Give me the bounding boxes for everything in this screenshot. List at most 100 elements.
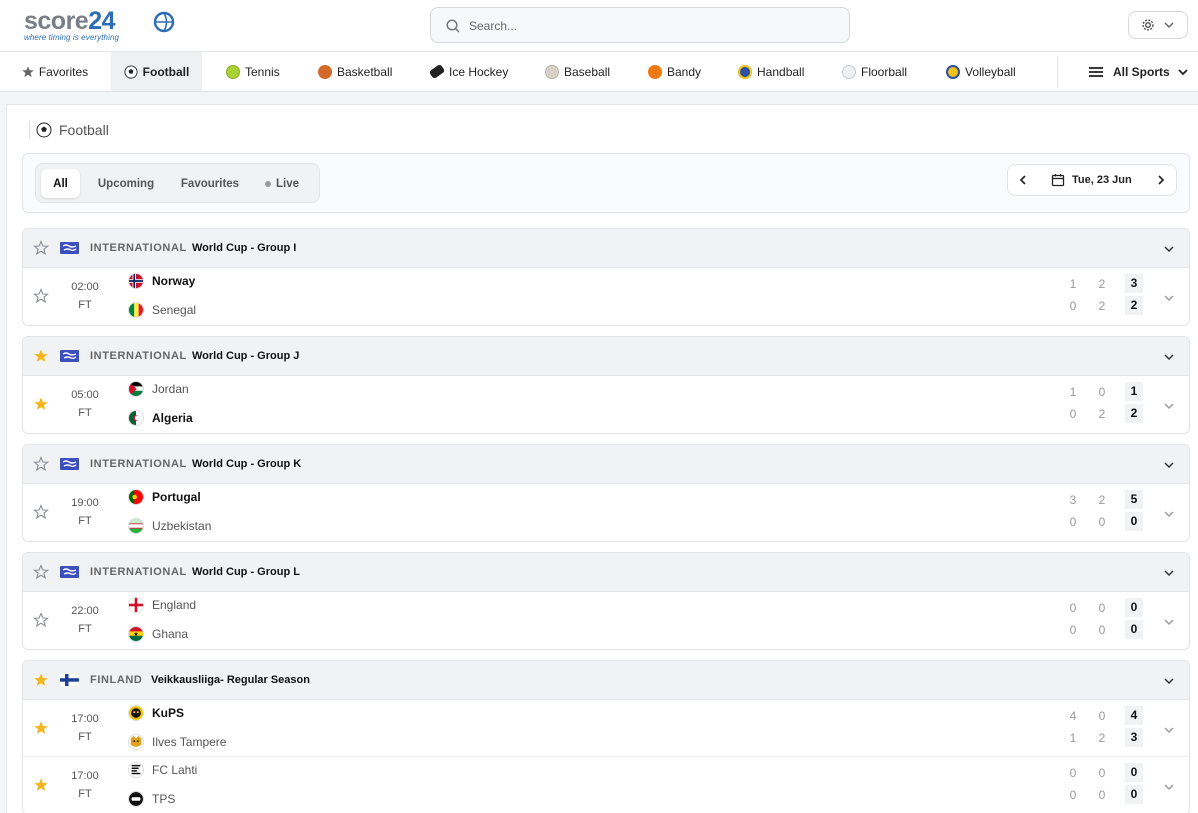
away-team: TPS: [128, 790, 175, 808]
nav-football[interactable]: Football: [111, 52, 202, 91]
home-score-final: 0: [1125, 598, 1143, 617]
chevron-right-icon[interactable]: [1154, 173, 1168, 187]
ghana-flag-icon: [128, 626, 144, 642]
tab-upcoming[interactable]: Upcoming: [88, 169, 164, 198]
league-header[interactable]: INTERNATIONAL World Cup - Group K: [23, 445, 1189, 484]
favorite-star-icon[interactable]: [33, 720, 49, 736]
nav-baseball[interactable]: Baseball: [545, 52, 610, 91]
settings-dropdown[interactable]: [1128, 11, 1188, 39]
chevron-down-icon[interactable]: [1163, 675, 1175, 687]
favorite-star-icon[interactable]: [33, 456, 49, 472]
match-row[interactable]: 17:00 FT FC Lahti TPS 0 0 0 0 0 0: [23, 757, 1189, 813]
world-flag-icon: [60, 566, 79, 578]
away-score-period2: 2: [1098, 299, 1106, 313]
nav-basketball[interactable]: Basketball: [318, 52, 392, 91]
league-header[interactable]: FINLAND Veikkausliiga- Regular Season: [23, 661, 1189, 700]
finland-flag-icon: [60, 674, 79, 686]
logo-tagline: where timing is everything: [24, 33, 120, 42]
world-flag-icon: [60, 350, 79, 362]
nav-handball[interactable]: Handball: [738, 52, 804, 91]
logo-mark-icon: [153, 11, 175, 33]
chevron-down-icon[interactable]: [1163, 400, 1175, 412]
tab-live[interactable]: Live: [258, 169, 306, 198]
nav-floorball[interactable]: Floorball: [842, 52, 907, 91]
league-name[interactable]: World Cup - Group L: [192, 566, 300, 578]
match-status: FT: [78, 623, 92, 635]
favorite-star-icon[interactable]: [33, 564, 49, 580]
favorite-star-icon[interactable]: [33, 240, 49, 256]
match-time: 17:00: [71, 713, 99, 725]
favorite-star-icon[interactable]: [33, 288, 49, 304]
league-header[interactable]: INTERNATIONAL World Cup - Group L: [23, 553, 1189, 592]
nav-volleyball[interactable]: Volleyball: [946, 52, 1016, 91]
score24-logo[interactable]: score24 where timing is everything: [24, 9, 175, 42]
favorite-star-icon[interactable]: [33, 612, 49, 628]
away-score-final: 2: [1125, 296, 1143, 315]
nav-tennis[interactable]: Tennis: [226, 52, 280, 91]
kups-crest-icon: [128, 705, 144, 721]
league-block: FINLAND Veikkausliiga- Regular Season 17…: [22, 660, 1190, 813]
favorite-star-icon[interactable]: [33, 348, 49, 364]
home-score-period1: 4: [1069, 709, 1077, 723]
away-score-period2: 0: [1098, 515, 1106, 529]
match-row[interactable]: 22:00 FT England Ghana 0 0 0 0 0 0: [23, 592, 1189, 649]
match-status: FT: [78, 788, 92, 800]
search-input[interactable]: [469, 16, 829, 36]
all-sports-button[interactable]: All Sports: [1088, 52, 1189, 91]
home-score-period2: 2: [1098, 493, 1106, 507]
favorite-star-icon[interactable]: [33, 672, 49, 688]
senegal-flag-icon: [128, 302, 144, 318]
search-box[interactable]: [430, 7, 850, 43]
tab-all[interactable]: All: [41, 169, 80, 198]
chevron-down-icon[interactable]: [1163, 243, 1175, 255]
date-label[interactable]: Tue, 23 Jun: [1072, 174, 1132, 186]
league-header[interactable]: INTERNATIONAL World Cup - Group J: [23, 337, 1189, 376]
tab-favourites[interactable]: Favourites: [172, 169, 248, 198]
norway-flag-icon: [128, 273, 144, 289]
chevron-down-icon[interactable]: [1163, 724, 1175, 736]
tps-crest-icon: [128, 791, 144, 807]
star-icon: [22, 65, 34, 77]
match-row[interactable]: 17:00 FT KuPS Ilves Tampere 4 0 4 1 2 3: [23, 700, 1189, 757]
chevron-down-icon[interactable]: [1163, 292, 1175, 304]
chevron-down-icon[interactable]: [1163, 567, 1175, 579]
league-name[interactable]: Veikkausliiga- Regular Season: [151, 674, 310, 686]
away-score-final: 0: [1125, 785, 1143, 804]
chevron-down-icon[interactable]: [1163, 508, 1175, 520]
chevron-left-icon[interactable]: [1016, 173, 1030, 187]
match-time: 05:00: [71, 389, 99, 401]
nav-favorites[interactable]: Favorites: [12, 52, 97, 91]
match-row[interactable]: 19:00 FT Portugal Uzbekistan 3 2 5 0 0 0: [23, 484, 1189, 541]
home-score-period2: 0: [1098, 601, 1106, 615]
favorite-star-icon[interactable]: [33, 504, 49, 520]
chevron-down-icon[interactable]: [1163, 459, 1175, 471]
home-team: Norway: [128, 272, 195, 290]
favorite-star-icon[interactable]: [33, 777, 49, 793]
league-header[interactable]: INTERNATIONAL World Cup - Group I: [23, 229, 1189, 268]
date-picker: Tue, 23 Jun: [1007, 164, 1177, 196]
favorite-star-icon[interactable]: [33, 396, 49, 412]
league-name[interactable]: World Cup - Group I: [192, 242, 296, 254]
nav-divider: [1057, 56, 1058, 88]
away-team: Ilves Tampere: [128, 733, 226, 751]
away-team: Algeria: [128, 409, 193, 427]
chevron-down-icon[interactable]: [1163, 781, 1175, 793]
match-row[interactable]: 05:00 FT Jordan Algeria 1 0 1 0 2 2: [23, 376, 1189, 433]
chevron-down-icon[interactable]: [1163, 351, 1175, 363]
bandy-ball-icon: [648, 64, 662, 79]
tennis-ball-icon: [226, 64, 240, 79]
chevron-down-icon[interactable]: [1163, 616, 1175, 628]
away-team: Uzbekistan: [128, 517, 211, 535]
league-name[interactable]: World Cup - Group J: [192, 350, 299, 362]
search-icon: [446, 19, 460, 33]
league-name[interactable]: World Cup - Group K: [192, 458, 301, 470]
match-time: 22:00: [71, 605, 99, 617]
home-score-period2: 0: [1098, 709, 1106, 723]
home-team: Jordan: [128, 380, 189, 398]
match-row[interactable]: 02:00 FT Norway Senegal 1 2 3 0 2 2: [23, 268, 1189, 325]
nav-bandy[interactable]: Bandy: [648, 52, 701, 91]
football-icon: [124, 64, 138, 79]
nav-ice-hockey[interactable]: Ice Hockey: [428, 52, 508, 91]
home-score-period1: 1: [1069, 277, 1077, 291]
home-score-final: 3: [1125, 274, 1143, 293]
